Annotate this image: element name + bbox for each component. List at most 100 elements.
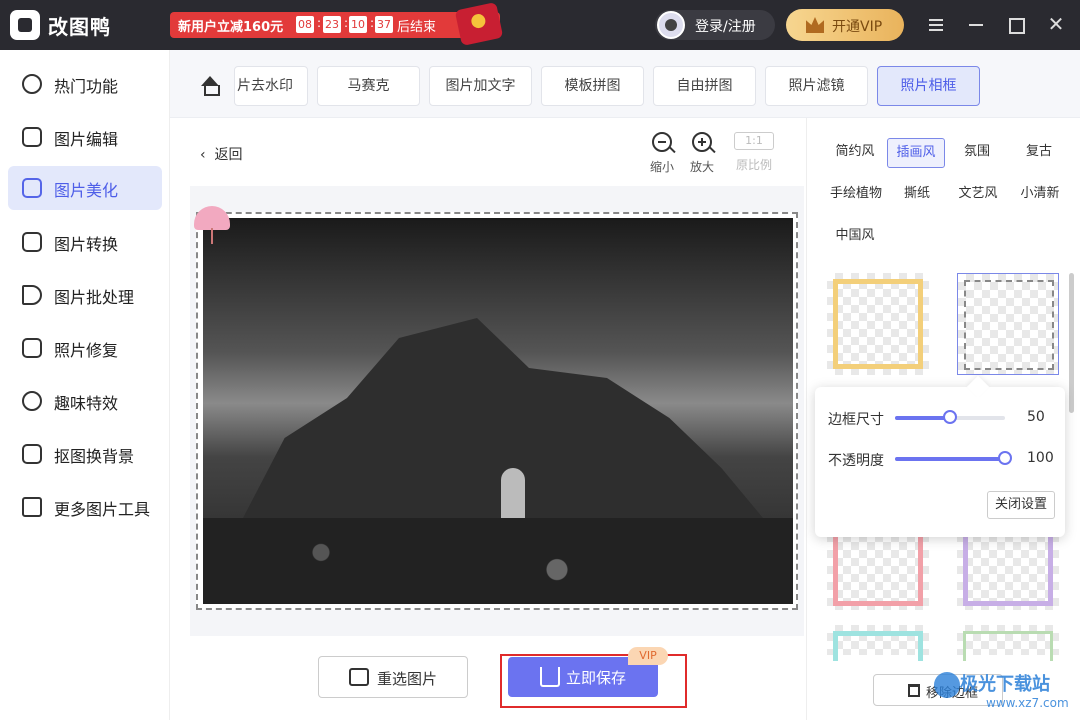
vip-label: 开通VIP <box>832 19 883 35</box>
fire-icon <box>22 74 42 94</box>
tab-free-collage[interactable]: 自由拼图 <box>653 66 756 106</box>
sidebar-item-effects[interactable]: 趣味特效 <box>8 379 162 423</box>
save-label: 立即保存 <box>566 669 627 687</box>
sidebar-item-cutout[interactable]: 抠图换背景 <box>8 432 162 476</box>
image-edit-icon <box>22 127 42 147</box>
style-fresh[interactable]: 小清新 <box>1015 180 1065 210</box>
download-icon <box>540 667 560 687</box>
countdown-centis: 37 <box>375 16 393 33</box>
sidebar-item-edit[interactable]: 图片编辑 <box>8 115 162 159</box>
original-ratio-button[interactable]: 1:1 原比例 <box>734 132 774 182</box>
sidebar-item-label: 图片转换 <box>54 235 119 254</box>
repair-icon <box>22 338 42 358</box>
sidebar: 热门功能 图片编辑 图片美化 图片转换 图片批处理 照片修复 趣味特效 抠图换背… <box>0 50 170 720</box>
home-icon[interactable] <box>200 76 220 96</box>
sidebar-item-hot[interactable]: 热门功能 <box>8 62 162 106</box>
border-size-label: 边框尺寸 <box>828 412 884 428</box>
sidebar-item-label: 图片编辑 <box>54 130 119 149</box>
zoom-out-label: 缩小 <box>649 160 674 174</box>
frame-thumbnail[interactable] <box>957 625 1059 661</box>
style-ambience[interactable]: 氛围 <box>955 138 999 168</box>
convert-icon <box>22 232 42 252</box>
ratio-icon: 1:1 <box>734 132 774 150</box>
sidebar-item-beautify[interactable]: 图片美化 <box>8 166 162 210</box>
sidebar-item-label: 抠图换背景 <box>54 447 135 466</box>
sidebar-item-label: 照片修复 <box>54 341 119 360</box>
opacity-handle[interactable] <box>998 451 1012 465</box>
app-name: 改图鸭 <box>48 15 111 39</box>
style-hand-drawn-plants[interactable]: 手绘植物 <box>825 180 887 210</box>
title-bar: 改图鸭 新用户立减160元 08 : 23 : 10 : 37 后结束 登录/注… <box>0 0 1080 50</box>
panel-scrollbar[interactable] <box>1069 273 1074 413</box>
style-retro[interactable]: 复古 <box>1017 138 1061 168</box>
watermark-url: www.xz7.com <box>986 696 1069 710</box>
opacity-slider[interactable] <box>895 451 1012 465</box>
vip-badge: VIP <box>628 647 668 665</box>
opacity-label: 不透明度 <box>828 453 884 469</box>
countdown-seconds: 10 <box>349 16 367 33</box>
app-logo <box>10 10 40 40</box>
back-button[interactable]: ‹ 返回 <box>200 144 243 164</box>
border-size-slider[interactable] <box>895 410 1005 424</box>
watermark-logo <box>934 672 960 698</box>
frame-thumbnail-selected[interactable] <box>957 273 1059 375</box>
sidebar-item-batch[interactable]: 图片批处理 <box>8 273 162 317</box>
sidebar-item-label: 图片美化 <box>54 181 119 200</box>
image-canvas <box>190 186 804 636</box>
reselect-label: 重选图片 <box>377 670 438 688</box>
zoom-in-button[interactable]: 放大 <box>682 132 722 182</box>
sidebar-item-label: 趣味特效 <box>54 394 119 413</box>
zoom-out-icon <box>652 132 672 152</box>
umbrella-decoration <box>194 206 230 244</box>
tab-mosaic[interactable]: 马赛克 <box>317 66 420 106</box>
sidebar-item-repair[interactable]: 照片修复 <box>8 326 162 370</box>
zoom-out-button[interactable]: 缩小 <box>642 132 682 182</box>
maximize-icon[interactable] <box>1004 13 1028 37</box>
watermark-text: 极光下载站 <box>960 674 1050 695</box>
avatar-icon <box>657 11 685 39</box>
zoom-in-icon <box>692 132 712 152</box>
frame-settings-popup: 边框尺寸 50 不透明度 100 关闭设置 <box>815 387 1065 537</box>
red-envelope-icon <box>454 2 504 46</box>
tab-filter[interactable]: 照片滤镜 <box>765 66 868 106</box>
border-size-handle[interactable] <box>943 410 957 424</box>
ratio-label: 原比例 <box>735 158 772 172</box>
promo-banner[interactable]: 新用户立减160元 08 : 23 : 10 : 37 后结束 <box>170 2 504 46</box>
close-settings-button[interactable]: 关闭设置 <box>987 491 1055 519</box>
style-simple[interactable]: 简约风 <box>829 138 881 168</box>
editor-area: ‹ 返回 缩小 放大 1:1 原比例 重选图片 立即保存 VIP <box>170 118 805 720</box>
sidebar-item-label: 图片批处理 <box>54 288 135 307</box>
promo-text: 新用户立减160元 <box>178 20 284 35</box>
style-illustration[interactable]: 插画风 <box>887 138 945 168</box>
tab-photo-frame[interactable]: 照片相框 <box>877 66 980 106</box>
promo-suffix: 后结束 <box>397 20 437 35</box>
sidebar-item-convert[interactable]: 图片转换 <box>8 220 162 264</box>
tab-template-collage[interactable]: 模板拼图 <box>541 66 644 106</box>
close-icon[interactable]: ✕ <box>1044 13 1068 37</box>
sparkle-icon <box>22 391 42 411</box>
menu-icon[interactable] <box>924 16 948 40</box>
batch-icon <box>22 285 42 305</box>
vip-button[interactable]: 开通VIP <box>786 9 904 41</box>
image-beautify-icon <box>22 178 42 198</box>
style-artsy[interactable]: 文艺风 <box>953 180 1003 210</box>
reselect-image-button[interactable]: 重选图片 <box>318 656 468 698</box>
tab-watermark[interactable]: 片去水印 <box>234 66 308 106</box>
frame-thumbnail[interactable] <box>827 273 929 375</box>
border-size-value: 50 <box>1027 409 1045 425</box>
opacity-value: 100 <box>1027 450 1054 466</box>
style-chinese[interactable]: 中国风 <box>829 222 881 252</box>
tab-add-text[interactable]: 图片加文字 <box>429 66 532 106</box>
login-button[interactable]: 登录/注册 <box>655 10 775 40</box>
countdown-minutes: 23 <box>323 16 341 33</box>
frame-thumbnail[interactable] <box>827 625 929 661</box>
minimize-icon[interactable] <box>964 13 988 37</box>
image-icon <box>349 668 369 686</box>
back-label: 返回 <box>214 147 243 163</box>
sidebar-item-more[interactable]: 更多图片工具 <box>8 485 162 529</box>
style-torn-paper[interactable]: 撕纸 <box>897 180 937 210</box>
photo-frame-preview <box>194 206 798 610</box>
zoom-in-label: 放大 <box>689 160 714 174</box>
sidebar-item-label: 更多图片工具 <box>54 500 151 519</box>
login-label: 登录/注册 <box>695 19 756 35</box>
